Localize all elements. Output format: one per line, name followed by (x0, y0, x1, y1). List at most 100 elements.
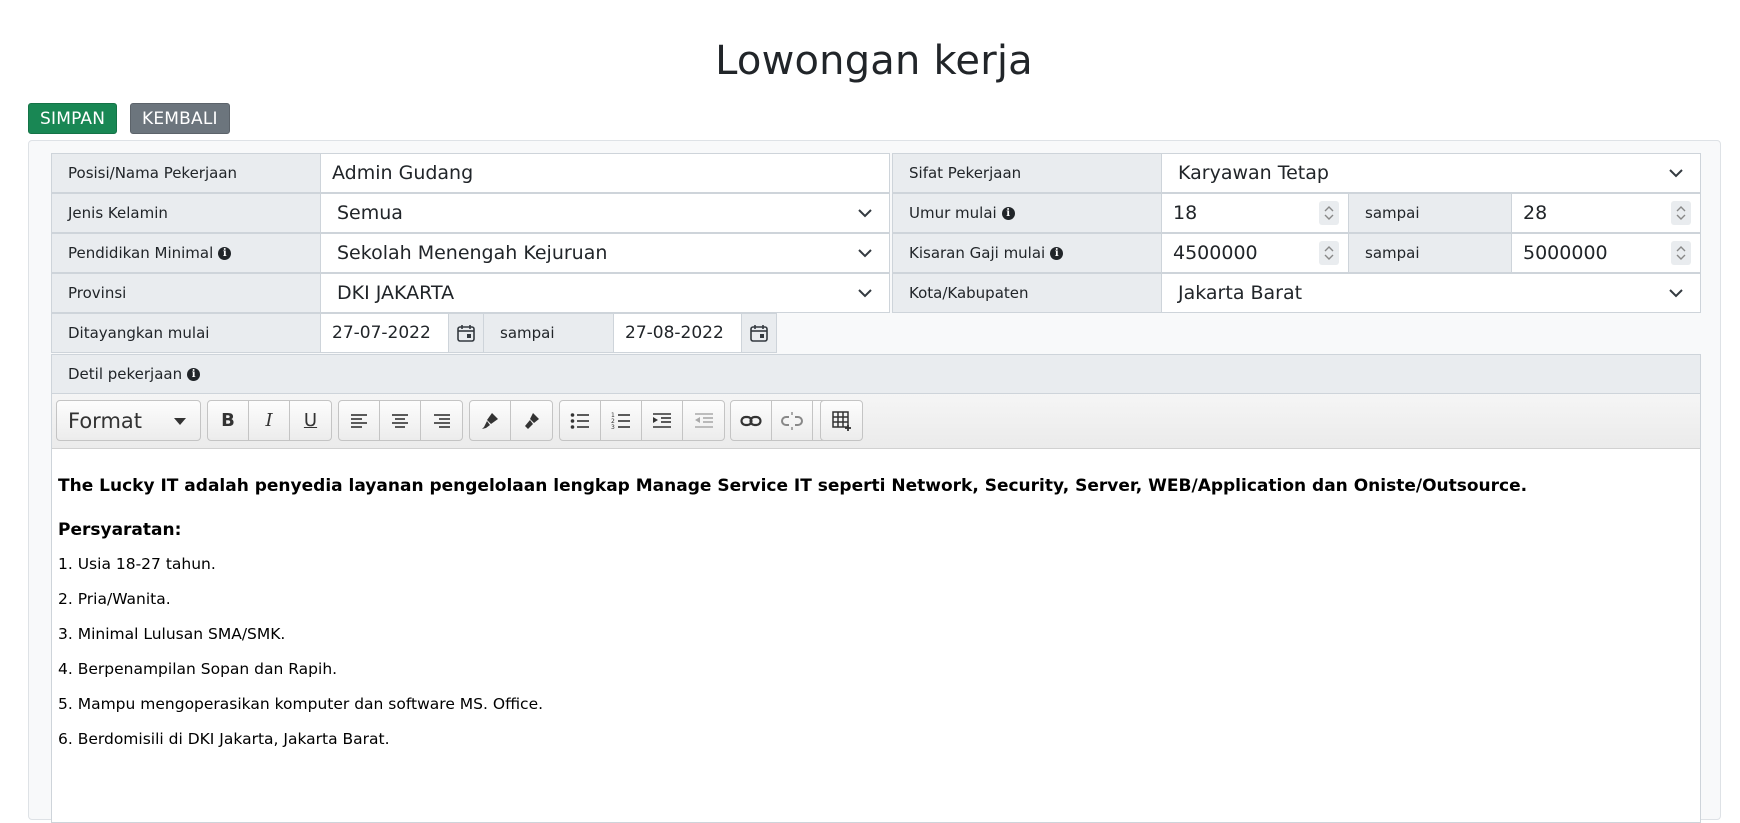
gender-label-text: Jenis Kelamin (68, 204, 168, 222)
info-icon[interactable]: i (1001, 206, 1015, 220)
age-from-input[interactable]: 18 (1161, 193, 1349, 233)
outdent-icon[interactable] (683, 401, 724, 440)
calendar-button[interactable] (448, 313, 484, 353)
published-to-input[interactable]: 27-08-2022 (613, 313, 742, 353)
intro-text: The Lucky IT adalah penyedia layanan pen… (58, 476, 1528, 496)
age-label-text: Umur mulai (909, 204, 997, 222)
list-group: 123 (559, 400, 725, 441)
align-left-icon[interactable] (339, 401, 380, 440)
requirements-title: Persyaratan: (58, 520, 182, 540)
chevron-down-icon (1669, 169, 1683, 178)
format-group: Format (56, 400, 201, 441)
spinner-icon[interactable] (1319, 201, 1339, 225)
info-icon[interactable]: i (187, 367, 201, 381)
list-item: 6. Berdomisili di DKI Jakarta, Jakarta B… (58, 730, 390, 748)
back-button[interactable]: KEMBALI (130, 103, 230, 134)
editor-content[interactable]: The Lucky IT adalah penyedia layanan pen… (58, 449, 1694, 764)
chevron-down-icon (1669, 289, 1683, 298)
gender-select[interactable]: Semua (320, 193, 890, 233)
detail-label: Detil pekerjaan (68, 365, 183, 383)
position-input[interactable]: Admin Gudang (320, 153, 890, 193)
salary-from-input[interactable]: 4500000 (1161, 233, 1349, 273)
age-to-label: sampai (1348, 193, 1512, 233)
format-tools-group (469, 400, 553, 441)
job-type-value: Karyawan Tetap (1178, 162, 1329, 184)
format-dropdown[interactable]: Format (57, 401, 200, 440)
job-type-select[interactable]: Karyawan Tetap (1161, 153, 1701, 193)
city-select[interactable]: Jakarta Barat (1161, 273, 1701, 313)
province-label-text: Provinsi (68, 284, 127, 302)
spinner-icon[interactable] (1671, 201, 1691, 225)
education-label: Pendidikan Minimal i (51, 233, 321, 273)
salary-label: Kisaran Gaji mulai i (892, 233, 1162, 273)
list-item: 1. Usia 18-27 tahun. (58, 555, 216, 573)
published-to-value: 27-08-2022 (625, 323, 724, 343)
clear-format-icon[interactable] (511, 401, 552, 440)
underline-icon[interactable]: U (290, 401, 331, 440)
align-group (338, 400, 463, 441)
gender-label: Jenis Kelamin (51, 193, 321, 233)
paint-format-icon[interactable] (470, 401, 511, 440)
numbered-list-icon[interactable]: 123 (601, 401, 642, 440)
province-value: DKI JAKARTA (337, 282, 455, 304)
spinner-icon[interactable] (1671, 241, 1691, 265)
chevron-down-icon (858, 249, 872, 258)
published-from-input[interactable]: 27-07-2022 (320, 313, 449, 353)
editor-toolbar: Format B I U 1 2 3 (52, 394, 1700, 449)
age-label: Umur mulai i (892, 193, 1162, 233)
link-icon[interactable] (731, 401, 772, 440)
age-to-label-text: sampai (1365, 204, 1420, 222)
list-item: 3. Minimal Lulusan SMA/SMK. (58, 625, 286, 643)
salary-label-text: Kisaran Gaji mulai (909, 244, 1046, 262)
indent-icon[interactable] (642, 401, 683, 440)
position-value: Admin Gudang (332, 162, 474, 184)
svg-text:3: 3 (611, 424, 615, 430)
table-icon[interactable] (821, 401, 862, 440)
calendar-icon (750, 325, 768, 342)
calendar-icon (457, 325, 475, 342)
info-icon[interactable]: i (1050, 246, 1064, 260)
list-item: 2. Pria/Wanita. (58, 590, 171, 608)
city-label-text: Kota/Kabupaten (909, 284, 1029, 302)
chevron-down-icon (858, 289, 872, 298)
job-type-label: Sifat Pekerjaan (892, 153, 1162, 193)
format-label: Format (68, 408, 143, 433)
age-from-value: 18 (1173, 202, 1198, 224)
gender-value: Semua (337, 202, 403, 224)
align-center-icon[interactable] (380, 401, 421, 440)
published-to-label-text: sampai (500, 324, 555, 342)
position-label-text: Posisi/Nama Pekerjaan (68, 164, 238, 182)
bullet-list-icon[interactable] (560, 401, 601, 440)
salary-to-value: 5000000 (1523, 242, 1608, 264)
position-label: Posisi/Nama Pekerjaan (51, 153, 321, 193)
unlink-icon[interactable] (772, 401, 813, 440)
calendar-button[interactable] (741, 313, 777, 353)
education-label-text: Pendidikan Minimal (68, 244, 214, 262)
list-item: 5. Mampu mengoperasikan komputer dan sof… (58, 695, 544, 713)
salary-to-label-text: sampai (1365, 244, 1420, 262)
caret-down-icon (174, 418, 186, 425)
italic-icon[interactable]: I (249, 401, 290, 440)
job-form-panel: Posisi/Nama Pekerjaan Admin Gudang Sifat… (28, 140, 1721, 823)
published-from-value: 27-07-2022 (332, 323, 431, 343)
basic-style-group: B I U (207, 400, 332, 441)
list-item: 4. Berpenampilan Sopan dan Rapih. (58, 660, 338, 678)
align-right-icon[interactable] (421, 401, 462, 440)
bold-icon[interactable]: B (208, 401, 249, 440)
salary-to-label: sampai (1348, 233, 1512, 273)
detail-header: Detil pekerjaan i (51, 354, 1701, 394)
info-icon[interactable]: i (218, 246, 232, 260)
education-select[interactable]: Sekolah Menengah Kejuruan (320, 233, 890, 273)
chevron-down-icon (858, 209, 872, 218)
save-button[interactable]: SIMPAN (28, 103, 118, 134)
rich-text-editor[interactable]: Format B I U 1 2 3 The Lucky IT adalah p… (51, 393, 1701, 823)
province-label: Provinsi (51, 273, 321, 313)
published-label-text: Ditayangkan mulai (68, 324, 210, 342)
age-to-input[interactable]: 28 (1511, 193, 1701, 233)
city-label: Kota/Kabupaten (892, 273, 1162, 313)
page-title: Lowongan kerja (715, 38, 1033, 84)
education-value: Sekolah Menengah Kejuruan (337, 242, 608, 264)
spinner-icon[interactable] (1319, 241, 1339, 265)
salary-to-input[interactable]: 5000000 (1511, 233, 1701, 273)
province-select[interactable]: DKI JAKARTA (320, 273, 890, 313)
